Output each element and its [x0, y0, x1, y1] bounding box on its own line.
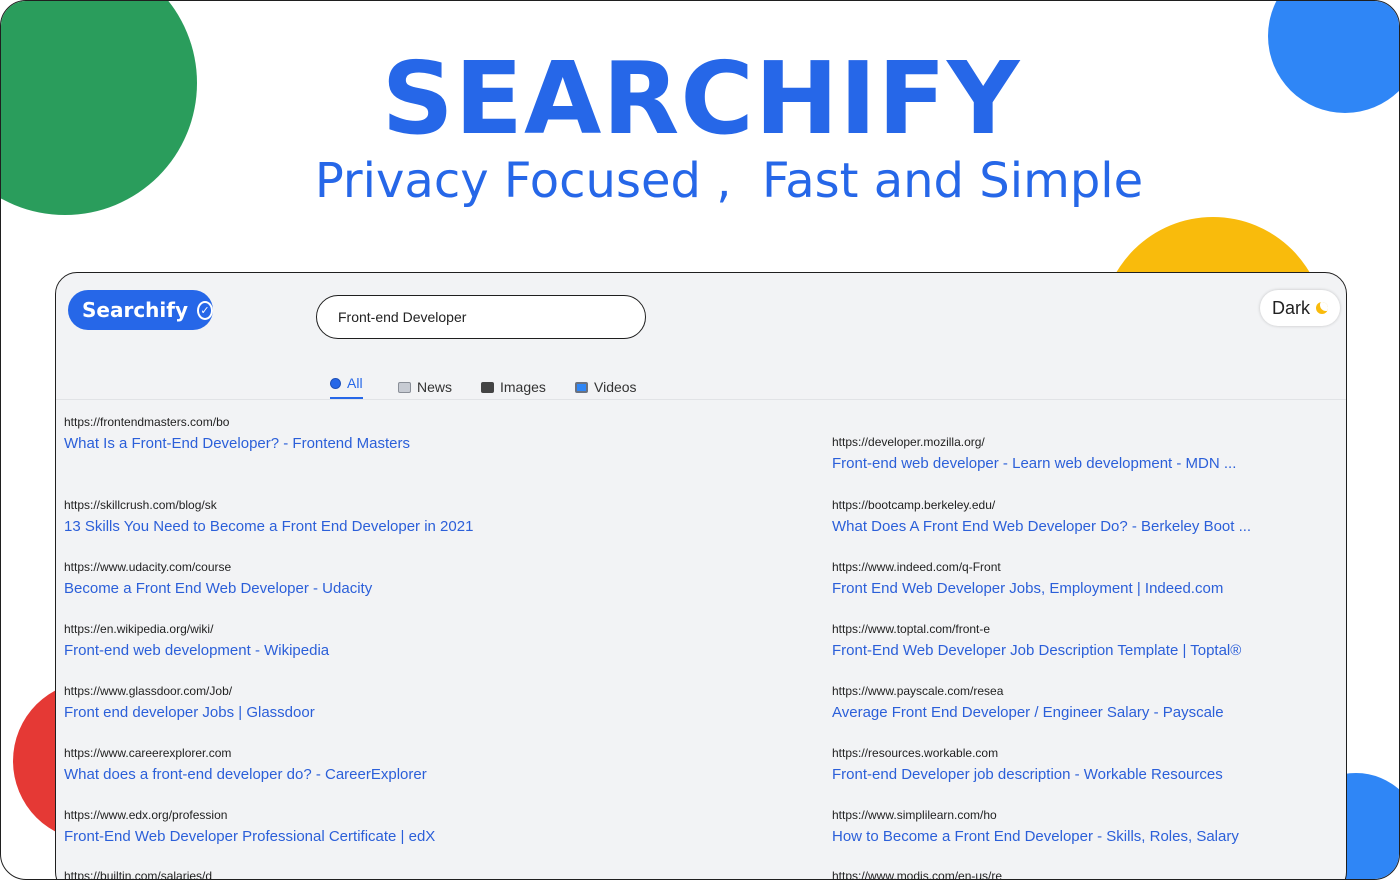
- result-title-link[interactable]: What Is a Front-End Developer? - Fronten…: [64, 435, 410, 453]
- tab-label: News: [417, 379, 453, 395]
- result-url: https://www.edx.org/profession: [64, 808, 228, 822]
- result-url: https://www.udacity.com/course: [64, 560, 232, 574]
- result-title-link[interactable]: Front-End Web Developer Professional Cer…: [64, 828, 435, 846]
- result-item: https://bootcamp.berkeley.edu/ What Does…: [832, 498, 1251, 536]
- logo-button[interactable]: Searchify ✓: [68, 290, 213, 330]
- tab-videos[interactable]: Videos: [575, 373, 637, 401]
- result-title-link[interactable]: Front-End Web Developer Job Description …: [832, 642, 1241, 660]
- result-url: https://www.careerexplorer.com: [64, 746, 232, 760]
- tv-icon: [575, 381, 588, 393]
- result-item: https://www.careerexplorer.com What does…: [64, 746, 427, 784]
- check-circle-icon: ✓: [197, 300, 213, 320]
- tab-news[interactable]: News: [398, 373, 452, 401]
- app-window: Searchify ✓ Front-end Developer Dark All…: [55, 272, 1347, 880]
- tab-all[interactable]: All: [330, 369, 363, 399]
- result-title-link[interactable]: What does a front-end developer do? - Ca…: [64, 766, 427, 784]
- result-item: https://www.glassdoor.com/Job/ Front end…: [64, 684, 315, 722]
- hero-title: SEARCHIFY: [381, 40, 1021, 157]
- theme-toggle-label: Dark: [1271, 297, 1310, 318]
- result-title-link[interactable]: Become a Front End Web Developer - Udaci…: [64, 580, 372, 598]
- result-title-link[interactable]: What Does A Front End Web Developer Do? …: [832, 518, 1251, 536]
- search-input[interactable]: Front-end Developer: [316, 295, 646, 339]
- tab-label: Videos: [594, 379, 637, 395]
- newspaper-icon: [398, 381, 411, 393]
- result-item: https://frontendmasters.com/bo What Is a…: [64, 415, 410, 453]
- result-url: https://www.payscale.com/resea: [832, 684, 1004, 698]
- result-url: https://www.toptal.com/front-e: [832, 622, 991, 636]
- result-url: https://resources.workable.com: [832, 746, 999, 760]
- result-item: https://www.payscale.com/resea Average F…: [832, 684, 1224, 722]
- result-url: https://builtin.com/salaries/d: [64, 869, 213, 880]
- result-title-link[interactable]: Front end developer Jobs | Glassdoor: [64, 704, 315, 722]
- result-url: https://www.indeed.com/q-Front: [832, 560, 1001, 574]
- result-item: https://www.udacity.com/course Become a …: [64, 560, 372, 598]
- search-input-value: Front-end Developer: [338, 309, 467, 325]
- logo-label: Searchify: [82, 298, 189, 322]
- result-url: https://en.wikipedia.org/wiki/: [64, 622, 214, 636]
- theme-toggle-button[interactable]: Dark: [1260, 290, 1340, 326]
- result-item: https://skillcrush.com/blog/sk 13 Skills…: [64, 498, 473, 536]
- camera-icon: [481, 381, 494, 393]
- result-item: https://www.modis.com/en-us/re: [832, 869, 1003, 880]
- search-icon: [330, 377, 341, 389]
- result-url: https://bootcamp.berkeley.edu/: [832, 498, 996, 512]
- tab-label: All: [347, 375, 363, 391]
- result-url: https://developer.mozilla.org/: [832, 435, 985, 449]
- result-title-link[interactable]: Front-end Developer job description - Wo…: [832, 766, 1223, 784]
- result-item: https://en.wikipedia.org/wiki/ Front-end…: [64, 622, 329, 660]
- result-item: https://www.indeed.com/q-Front Front End…: [832, 560, 1223, 598]
- result-item: https://resources.workable.com Front-end…: [832, 746, 1223, 784]
- result-url: https://www.simplilearn.com/ho: [832, 808, 997, 822]
- result-url: https://www.modis.com/en-us/re: [832, 869, 1003, 880]
- result-title-link[interactable]: How to Become a Front End Developer - Sk…: [832, 828, 1239, 846]
- result-title-link[interactable]: Average Front End Developer / Engineer S…: [832, 704, 1224, 722]
- search-tabs: All News Images Videos: [56, 369, 1346, 400]
- result-url: https://www.glassdoor.com/Job/: [64, 684, 233, 698]
- result-item: https://builtin.com/salaries/d: [64, 869, 213, 880]
- result-url: https://skillcrush.com/blog/sk: [64, 498, 217, 512]
- result-item: https://www.simplilearn.com/ho How to Be…: [832, 808, 1239, 846]
- result-title-link[interactable]: Front End Web Developer Jobs, Employment…: [832, 580, 1223, 598]
- result-item: https://www.edx.org/profession Front-End…: [64, 808, 435, 846]
- tab-images[interactable]: Images: [481, 373, 546, 401]
- result-title-link[interactable]: Front-end web development - Wikipedia: [64, 642, 329, 660]
- result-title-link[interactable]: Front-end web developer - Learn web deve…: [832, 455, 1236, 473]
- result-title-link[interactable]: 13 Skills You Need to Become a Front End…: [64, 518, 473, 536]
- tab-label: Images: [500, 379, 546, 395]
- result-item: https://developer.mozilla.org/ Front-end…: [832, 435, 1236, 473]
- result-item: https://www.toptal.com/front-e Front-End…: [832, 622, 1241, 660]
- result-url: https://frontendmasters.com/bo: [64, 415, 230, 429]
- moon-icon: [1316, 302, 1328, 314]
- hero-subtitle: Privacy Focused , Fast and Simple: [314, 153, 1144, 209]
- showcase-frame: SEARCHIFY Privacy Focused , Fast and Sim…: [0, 0, 1400, 880]
